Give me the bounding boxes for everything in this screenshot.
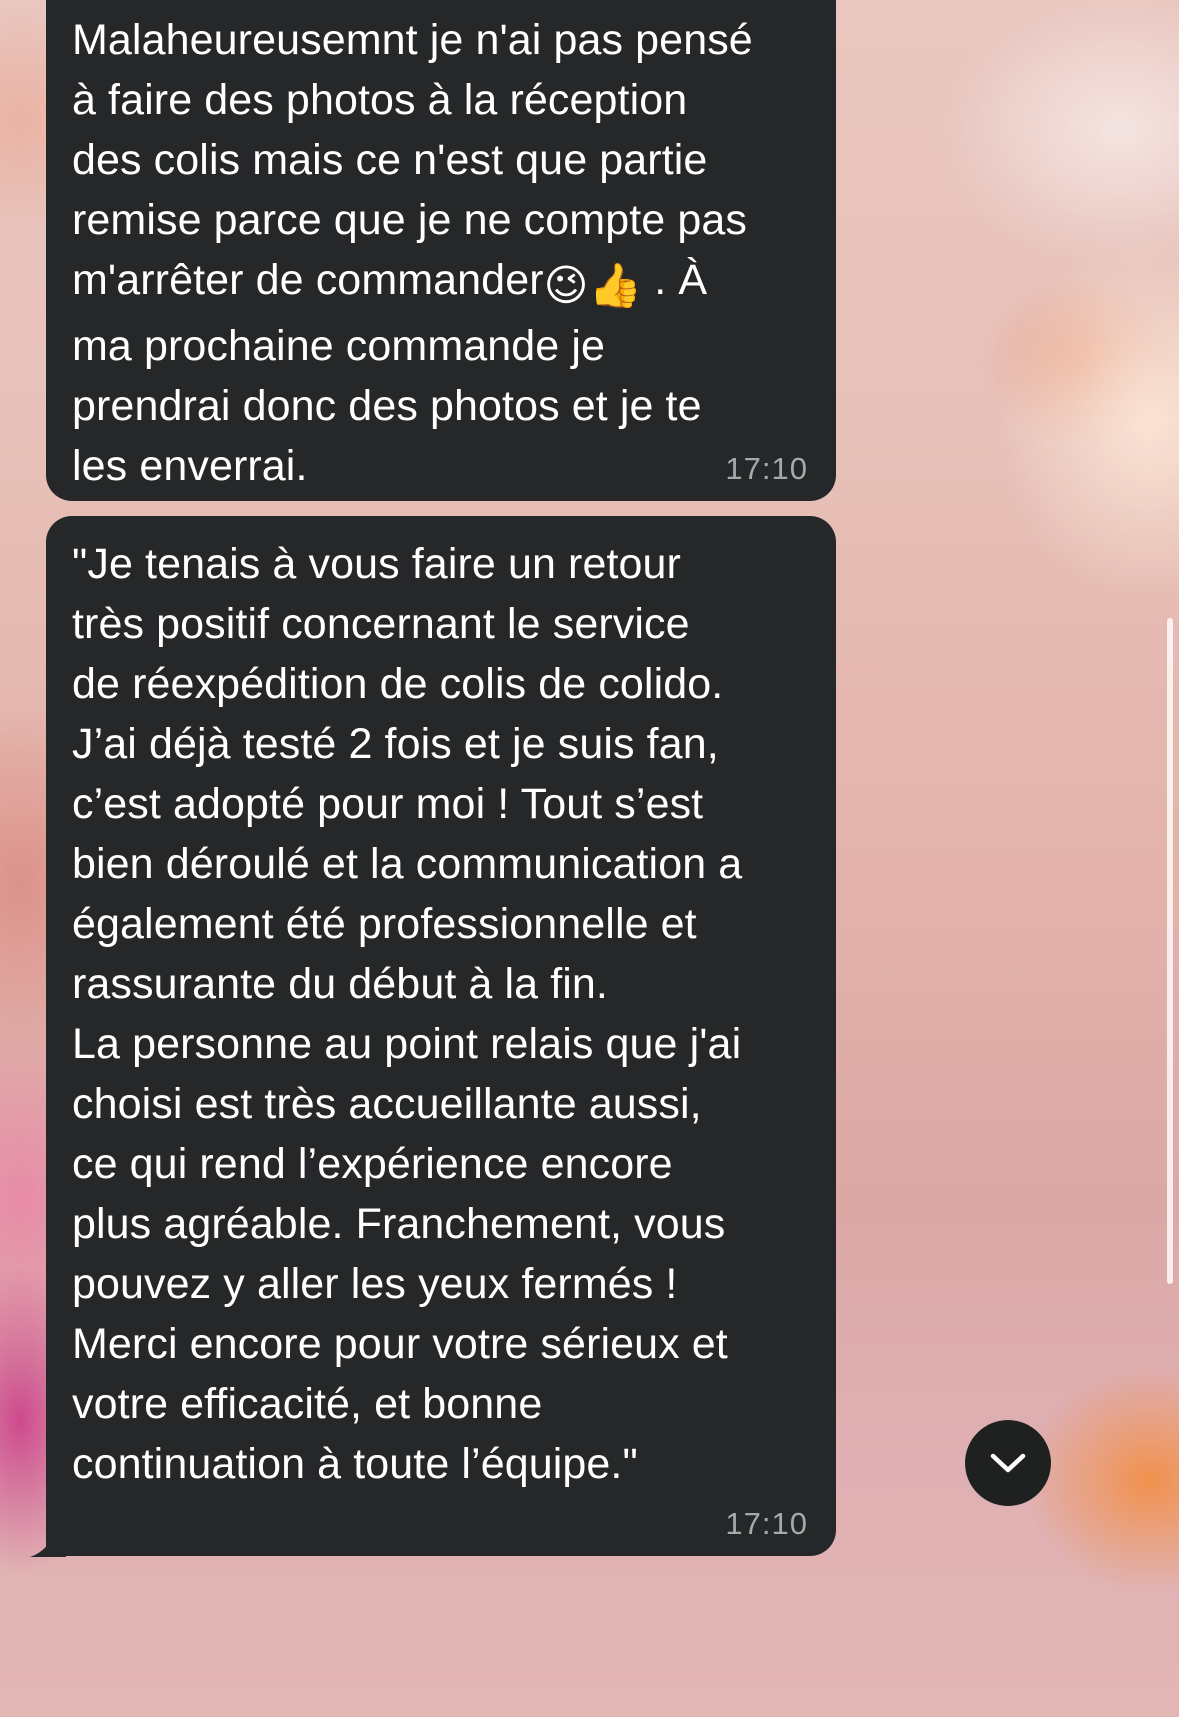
message-bubble[interactable]: Malaheureusemnt je n'ai pas pensé à fair… bbox=[46, 0, 836, 501]
message-timestamp: 17:10 bbox=[725, 1506, 808, 1541]
message-timestamp: 17:10 bbox=[725, 451, 808, 486]
winking-face-emoji: 😉 bbox=[543, 262, 589, 310]
message-text: "Je tenais à vous faire un retour très p… bbox=[72, 540, 743, 1488]
scrollbar[interactable] bbox=[1167, 618, 1173, 1284]
thumbs-up-emoji: 👍 bbox=[588, 262, 643, 310]
chevron-down-icon bbox=[990, 1453, 1026, 1473]
message-bubble[interactable]: "Je tenais à vous faire un retour très p… bbox=[46, 516, 836, 1556]
scroll-to-bottom-button[interactable] bbox=[965, 1420, 1051, 1506]
message-text: Malaheureusemnt je n'ai pas pensé à fair… bbox=[72, 16, 753, 490]
bubble-tail bbox=[30, 1531, 66, 1557]
